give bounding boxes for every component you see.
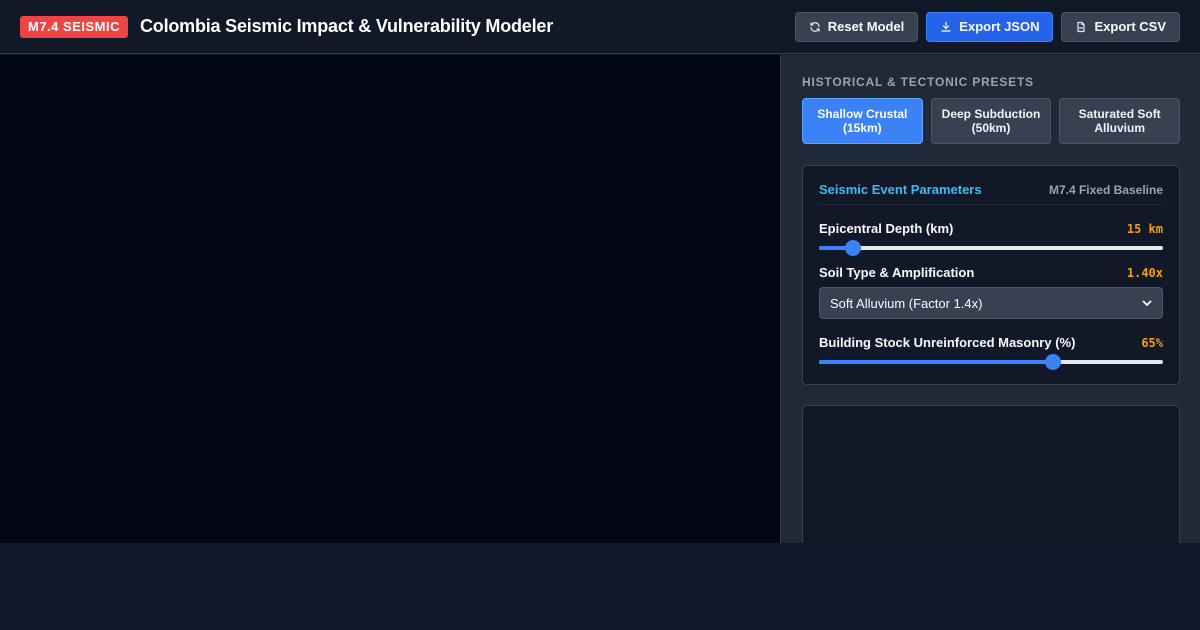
results-panel [802, 405, 1180, 543]
chevron-down-icon [1142, 300, 1152, 306]
masonry-value: 65% [1141, 335, 1163, 350]
soil-type-selected: Soft Alluvium (Factor 1.4x) [830, 295, 983, 311]
card-header: Seismic Event Parameters M7.4 Fixed Base… [819, 182, 1163, 205]
export-json-label: Export JSON [959, 19, 1040, 34]
depth-label: Epicentral Depth (km) [819, 221, 954, 236]
masonry-slider[interactable] [819, 354, 1163, 370]
presets-label: HISTORICAL & TECTONIC PRESETS [802, 75, 1034, 89]
app-title: Colombia Seismic Impact & Vulnerability … [139, 16, 554, 36]
export-csv-label: Export CSV [1094, 19, 1166, 34]
preset-shallow-crustal[interactable]: Shallow Crustal (15km) [802, 98, 923, 144]
slider-thumb[interactable] [1044, 354, 1061, 370]
slider-fill [819, 360, 1053, 364]
soil-value: 1.40x [1126, 265, 1163, 280]
preset-group: Shallow Crustal (15km) Deep Subduction (… [802, 98, 1181, 144]
app-header: M7.4 SEISMIC Colombia Seismic Impact & V… [0, 0, 1200, 54]
magnitude-badge: M7.4 SEISMIC [20, 15, 128, 38]
map-canvas[interactable] [0, 55, 780, 543]
export-csv-button[interactable]: Export CSV [1061, 11, 1180, 42]
seismic-parameters-card: Seismic Event Parameters M7.4 Fixed Base… [802, 165, 1180, 385]
slider-track [819, 246, 1163, 250]
card-subtitle: M7.4 Fixed Baseline [1048, 182, 1163, 197]
masonry-label: Building Stock Unreinforced Masonry (%) [819, 335, 1076, 350]
export-json-button[interactable]: Export JSON [926, 11, 1054, 42]
toolbar: Reset Model Export JSON Export CSV [794, 11, 1180, 42]
reset-model-label: Reset Model [827, 19, 905, 34]
soil-type-select[interactable]: Soft Alluvium (Factor 1.4x) [819, 287, 1163, 319]
depth-slider[interactable] [819, 240, 1163, 256]
file-icon [1077, 21, 1086, 32]
refresh-icon [810, 21, 820, 32]
soil-label: Soil Type & Amplification [819, 265, 975, 280]
download-icon [941, 21, 951, 32]
control-sidebar: HISTORICAL & TECTONIC PRESETS Shallow Cr… [780, 55, 1200, 543]
depth-row: Epicentral Depth (km) 15 km [819, 221, 1163, 236]
soil-row: Soil Type & Amplification 1.40x [819, 265, 1163, 280]
depth-value: 15 km [1126, 221, 1163, 236]
card-title: Seismic Event Parameters [819, 182, 982, 197]
preset-saturated-alluvium[interactable]: Saturated Soft Alluvium [1059, 98, 1181, 144]
reset-model-button[interactable]: Reset Model [794, 11, 919, 42]
masonry-row: Building Stock Unreinforced Masonry (%) … [819, 335, 1163, 350]
slider-thumb[interactable] [845, 240, 862, 256]
preset-deep-subduction[interactable]: Deep Subduction (50km) [930, 98, 1052, 144]
